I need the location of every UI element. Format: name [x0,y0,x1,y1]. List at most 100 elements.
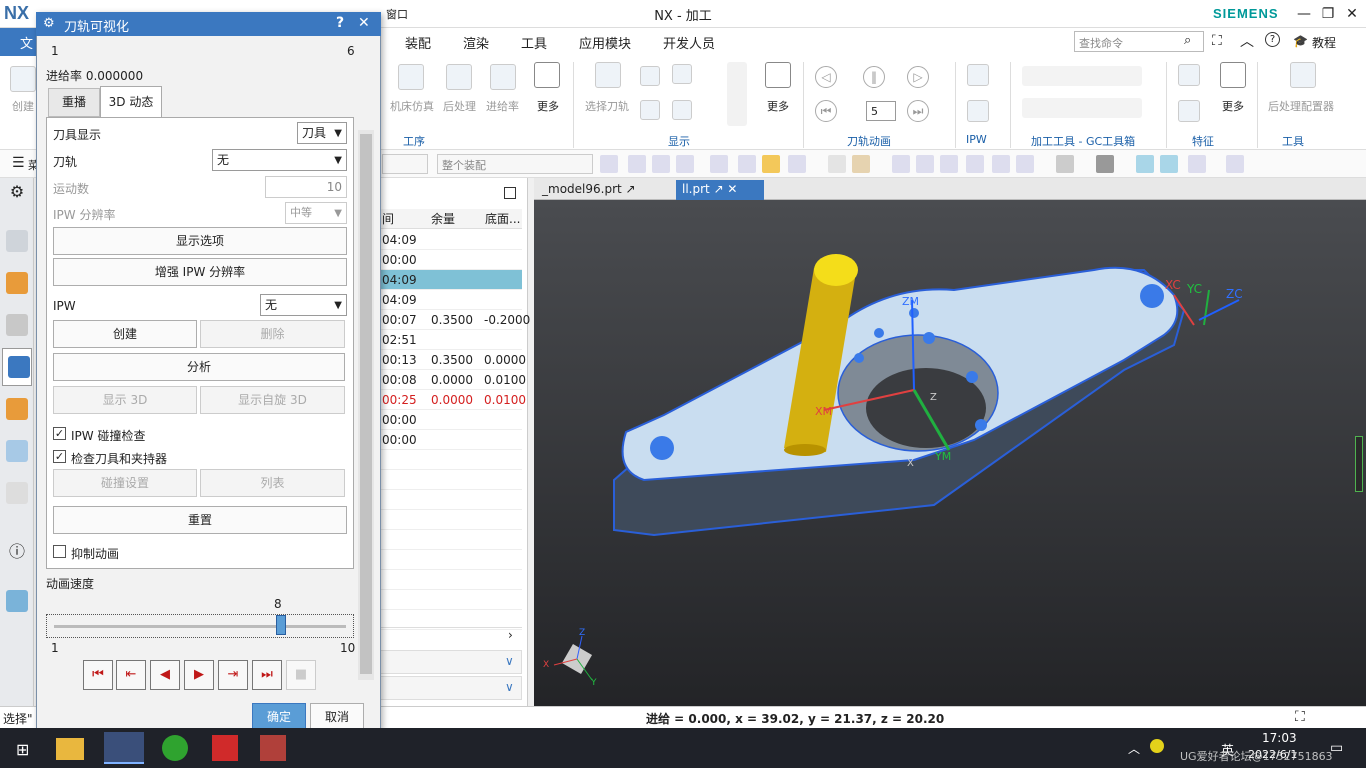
collision-settings-button[interactable]: 碰撞设置 [53,469,197,497]
play-forward-button[interactable]: ▶ [184,660,214,690]
close-button[interactable]: ✕ [1340,4,1364,24]
group-ipw[interactable]: IPW [966,133,987,146]
group-display[interactable]: 显示 [668,133,690,149]
clock-time[interactable]: 17:03 [1262,731,1297,745]
ok-button[interactable]: 确定 [252,703,306,729]
archive-icon[interactable] [260,735,286,761]
anim-play-icon[interactable]: ▷ [907,66,929,88]
gear-icon[interactable]: ⚙ [6,182,28,204]
nx-app-icon[interactable] [104,732,144,764]
cube-icon[interactable] [828,155,846,173]
select-icon[interactable] [710,155,728,173]
step-back-button[interactable]: ⇤ [116,660,146,690]
tab-file[interactable]: 文 [20,33,33,52]
operation-navigator-icon[interactable] [8,356,30,378]
web-browser-icon[interactable] [6,590,28,612]
tab-developer[interactable]: 开发人员 [663,33,715,52]
snap-icon[interactable] [600,155,618,173]
dependencies-panel-header[interactable] [380,676,522,700]
menu-icon[interactable]: ☰ [12,155,25,171]
hide-icon[interactable] [1226,155,1244,173]
select-icon[interactable] [788,155,806,173]
chevron-up-icon[interactable]: ︿ [1128,740,1140,757]
tab-app-modules[interactable]: 应用模块 [579,33,631,52]
toolpath-select[interactable]: 无 ▼ [212,149,347,171]
chevron-down-icon[interactable]: ∨ [505,680,514,694]
more-operations-icon[interactable] [534,62,560,88]
step-forward-button[interactable]: ⇥ [218,660,248,690]
ipw-icon-1[interactable] [967,64,989,86]
view-icon[interactable] [916,155,934,173]
fullscreen-toggle-icon[interactable]: ⛶ [1295,709,1305,725]
dialog-help-button[interactable]: ? [336,15,344,31]
anim-speed-select[interactable]: 5 [866,101,896,121]
header-time[interactable]: 间 [382,209,394,229]
header-floor[interactable]: 底面... [485,209,520,229]
view-icon[interactable] [966,155,984,173]
eye-icon[interactable] [1160,155,1178,173]
notification-icon[interactable]: ▭ [1330,740,1343,756]
group-toolpath-animation[interactable]: 刀轨动画 [847,133,891,149]
ipw-icon-2[interactable] [967,100,989,122]
ipw-resolution-select[interactable]: 中等 ▼ [285,202,347,224]
play-backward-button[interactable]: ◀ [150,660,180,690]
tray-icon[interactable] [1150,739,1164,753]
history-icon[interactable] [6,482,28,504]
header-stock[interactable]: 余量 [431,209,455,229]
feature-icon-1[interactable] [1178,64,1200,86]
slider-thumb[interactable] [276,615,287,635]
machine-navigator-icon[interactable] [6,398,28,420]
tab-tools[interactable]: 工具 [521,33,547,52]
more-feature-icon[interactable] [1220,62,1246,88]
select-toolpath-icon[interactable] [595,62,621,88]
ipw-select[interactable]: 无 ▼ [260,294,347,316]
display-icon-2[interactable] [672,64,692,84]
dialog-close-button[interactable]: ✕ [358,15,370,31]
nav-hscroll[interactable] [380,627,522,645]
group-gc-toolbox[interactable]: 加工工具 - GC工具箱 [1031,133,1135,149]
restore-button[interactable]: ❐ [1316,4,1340,24]
collapse-ribbon-icon[interactable]: ︿ [1240,31,1254,51]
more-button-1[interactable]: 更多 [537,98,559,114]
shaded-icon[interactable] [1096,155,1114,173]
anim-pause-icon[interactable]: ‖ [863,66,885,88]
cube-icon[interactable] [852,155,870,173]
display-icon-3[interactable] [640,100,660,120]
display-icon-4[interactable] [672,100,692,120]
info-icon[interactable]: ⓘ [6,538,28,561]
browser-icon[interactable] [162,735,188,761]
tab-ll-prt[interactable]: ll.prt ↗ ✕ [676,180,764,200]
create-icon[interactable] [10,66,36,92]
arrows-icon[interactable] [727,62,747,126]
render-style-icon[interactable] [1056,155,1074,173]
scroll-right-icon[interactable]: › [508,628,513,642]
group-feature[interactable]: 特征 [1192,133,1214,149]
mcs-display-icon[interactable] [1136,155,1154,173]
select-icon[interactable] [676,155,694,173]
tutorial-icon[interactable]: 🎓 [1293,34,1308,48]
suppress-animation-checkbox[interactable] [53,545,66,558]
feed-rate-icon[interactable] [490,64,516,90]
feature-icon-2[interactable] [1178,100,1200,122]
assembly-navigator-icon[interactable] [6,272,28,294]
group-operations[interactable]: 工序 [403,133,425,149]
select-icon[interactable] [738,155,756,173]
filter-combo[interactable] [382,154,428,174]
chevron-down-icon[interactable]: ∨ [505,654,514,668]
tab-3d-dynamic[interactable]: 3D 动态 [100,86,162,118]
fullscreen-icon[interactable]: ⛶ [1212,33,1222,49]
cancel-button[interactable]: 取消 [310,703,364,729]
snap-icon[interactable] [628,155,646,173]
create-ipw-button[interactable]: 创建 [53,320,197,348]
ipw-collision-checkbox[interactable]: ✓ [53,427,66,440]
fast-forward-button[interactable]: ⏭ [252,660,282,690]
file-explorer-icon[interactable] [56,738,84,760]
machine-sim-icon[interactable] [398,64,424,90]
dialog-scrollbar-thumb[interactable] [360,134,372,674]
gc-toolbox-icons-2[interactable] [1022,98,1142,118]
more-display-icon[interactable] [765,62,791,88]
tutorial-link[interactable]: 教程 [1312,34,1336,51]
maximize-navigator-icon[interactable] [504,187,516,199]
tool-display-select[interactable]: 刀具 ▼ [297,122,347,144]
delete-ipw-button[interactable]: 删除 [200,320,345,348]
